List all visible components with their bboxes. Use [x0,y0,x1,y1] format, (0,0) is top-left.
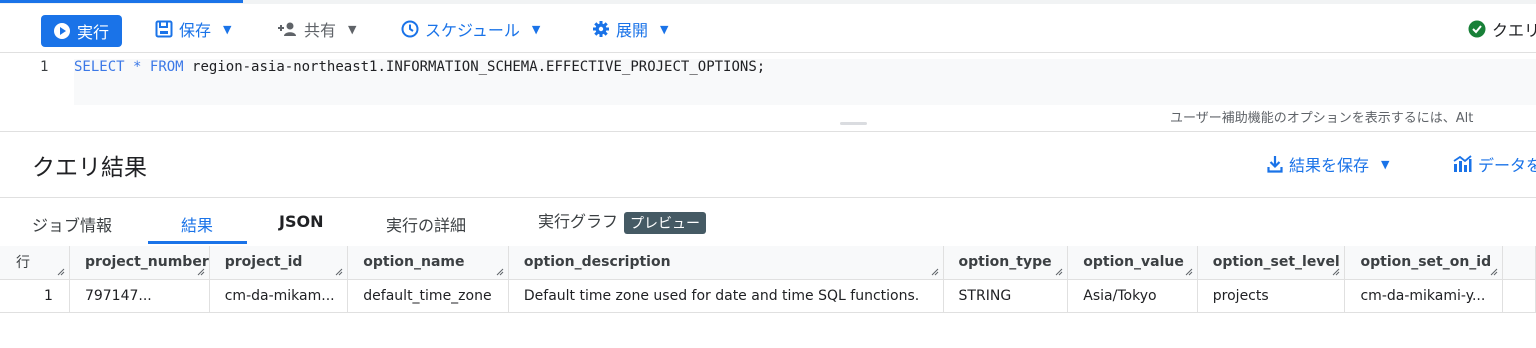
execution-graph-label: 実行グラフ [538,212,619,231]
table-row: 1 797147... cm-da-mikam... default_time_… [0,279,1536,313]
chevron-down-icon: ▼ [348,22,357,36]
table-cell[interactable]: STRING [943,279,1069,313]
column-header-label: option_name [363,254,465,271]
tab-execution-graph[interactable]: 実行グラフ プレビュー [538,208,707,234]
column-header-label: option_type [958,254,1052,271]
keyword-from: FROM [149,59,184,75]
results-table: 行 project_number project_id option_name … [0,246,1536,313]
table-cell[interactable]: projects [1197,279,1346,313]
table-cell[interactable]: cm-da-mikam... [209,279,349,313]
share-button[interactable]: 共有 ▼ [276,16,356,42]
column-header[interactable]: project_id [209,246,349,280]
column-header-label: option_description [523,254,671,271]
accessibility-hint: ユーザー補助機能のオプションを表示するには、Alt [1170,111,1474,126]
tab-json[interactable]: JSON [279,212,323,231]
tab-results[interactable]: 結果 [181,212,213,236]
query-status-label: クエリ [1492,21,1536,40]
column-filler [1502,246,1536,280]
table-cell[interactable]: Default time zone used for date and time… [508,279,944,313]
column-header-label: project_id [224,254,303,271]
chevron-down-icon: ▼ [1381,157,1390,171]
results-title: クエリ結果 [32,155,147,181]
table-cell[interactable]: Asia/Tokyo [1067,279,1198,313]
column-header[interactable]: project_number [69,246,210,280]
results-tabs: ジョブ情報 結果 JSON 実行の詳細 実行グラフ プレビュー [0,197,1536,247]
resize-grip-icon[interactable] [335,268,343,276]
download-icon [1267,156,1283,173]
save-results-button[interactable]: 結果を保存 ▼ [1267,152,1389,176]
resize-grip-icon[interactable] [931,268,939,276]
deploy-label: 展開 [616,21,649,40]
column-header[interactable]: option_name [347,246,509,280]
keyword-select: SELECT [74,59,125,75]
query-toolbar: 実行 保存 ▼ 共有 ▼ スケジュール ▼ 展開 ▼ クエリ [0,4,1536,53]
resize-grip-icon[interactable] [496,268,504,276]
column-header[interactable]: option_description [508,246,944,280]
column-header-label: option_set_level [1212,254,1340,271]
active-tab-indicator [148,241,247,244]
resize-grip-icon[interactable] [197,268,205,276]
chevron-down-icon: ▼ [660,22,669,36]
add-person-icon [278,22,296,36]
select-star: * [133,59,142,75]
resize-grip-icon[interactable] [1055,268,1063,276]
editor-resize-handle[interactable] [840,122,867,125]
explore-data-button[interactable]: データを [1452,152,1536,176]
schedule-button[interactable]: スケジュール ▼ [401,16,540,42]
table-header-row: 行 project_number project_id option_name … [0,246,1536,280]
preview-badge: プレビュー [624,211,707,234]
row-number: 1 [0,279,70,313]
tab-execution-details[interactable]: 実行の詳細 [386,212,466,236]
resize-grip-icon[interactable] [1185,268,1193,276]
check-circle-icon [1468,20,1486,38]
deploy-button[interactable]: 展開 ▼ [592,16,668,42]
clock-icon [401,20,419,38]
table-cell[interactable]: cm-da-mikami-y... [1344,279,1503,313]
column-header-label: option_set_on_id [1360,254,1492,271]
share-label: 共有 [304,21,337,40]
chevron-down-icon: ▼ [531,22,541,36]
column-header-label: project_number [84,254,209,271]
resize-grip-icon[interactable] [1332,268,1340,276]
column-filler [1502,279,1536,313]
code-line[interactable]: SELECT * FROM region-asia-northeast1.INF… [74,59,1536,105]
line-number: 1 [40,59,49,75]
run-label: 実行 [77,23,110,42]
resize-grip-icon[interactable] [1490,268,1498,276]
table-cell[interactable]: 797147... [69,279,210,313]
save-results-label: 結果を保存 [1289,156,1370,175]
gear-icon [593,21,609,37]
play-icon [54,23,70,39]
resize-grip-icon[interactable] [57,268,65,276]
column-header-label: option_value [1083,254,1184,271]
save-icon [155,20,173,38]
table-cell[interactable]: default_time_zone [347,279,509,313]
query-status[interactable]: クエリ [1468,16,1536,42]
explore-label: データを [1478,156,1536,175]
save-label: 保存 [179,21,212,40]
column-header[interactable]: option_set_on_id [1344,246,1503,280]
run-button[interactable]: 実行 [41,15,123,47]
column-header[interactable]: option_value [1067,246,1198,280]
column-header[interactable]: option_type [943,246,1069,280]
tab-job-info[interactable]: ジョブ情報 [32,212,112,236]
chart-icon [1453,155,1472,172]
sql-editor[interactable]: 1 SELECT * FROM region-asia-northeast1.I… [0,53,1536,132]
schedule-label: スケジュール [425,21,520,40]
table-reference: region-asia-northeast1.INFORMATION_SCHEM… [192,59,766,75]
active-editor-indicator [0,0,243,3]
chevron-down-icon: ▼ [223,22,232,36]
column-header[interactable]: option_set_level [1197,246,1346,280]
save-button[interactable]: 保存 ▼ [155,16,231,42]
row-number-header: 行 [0,246,70,280]
